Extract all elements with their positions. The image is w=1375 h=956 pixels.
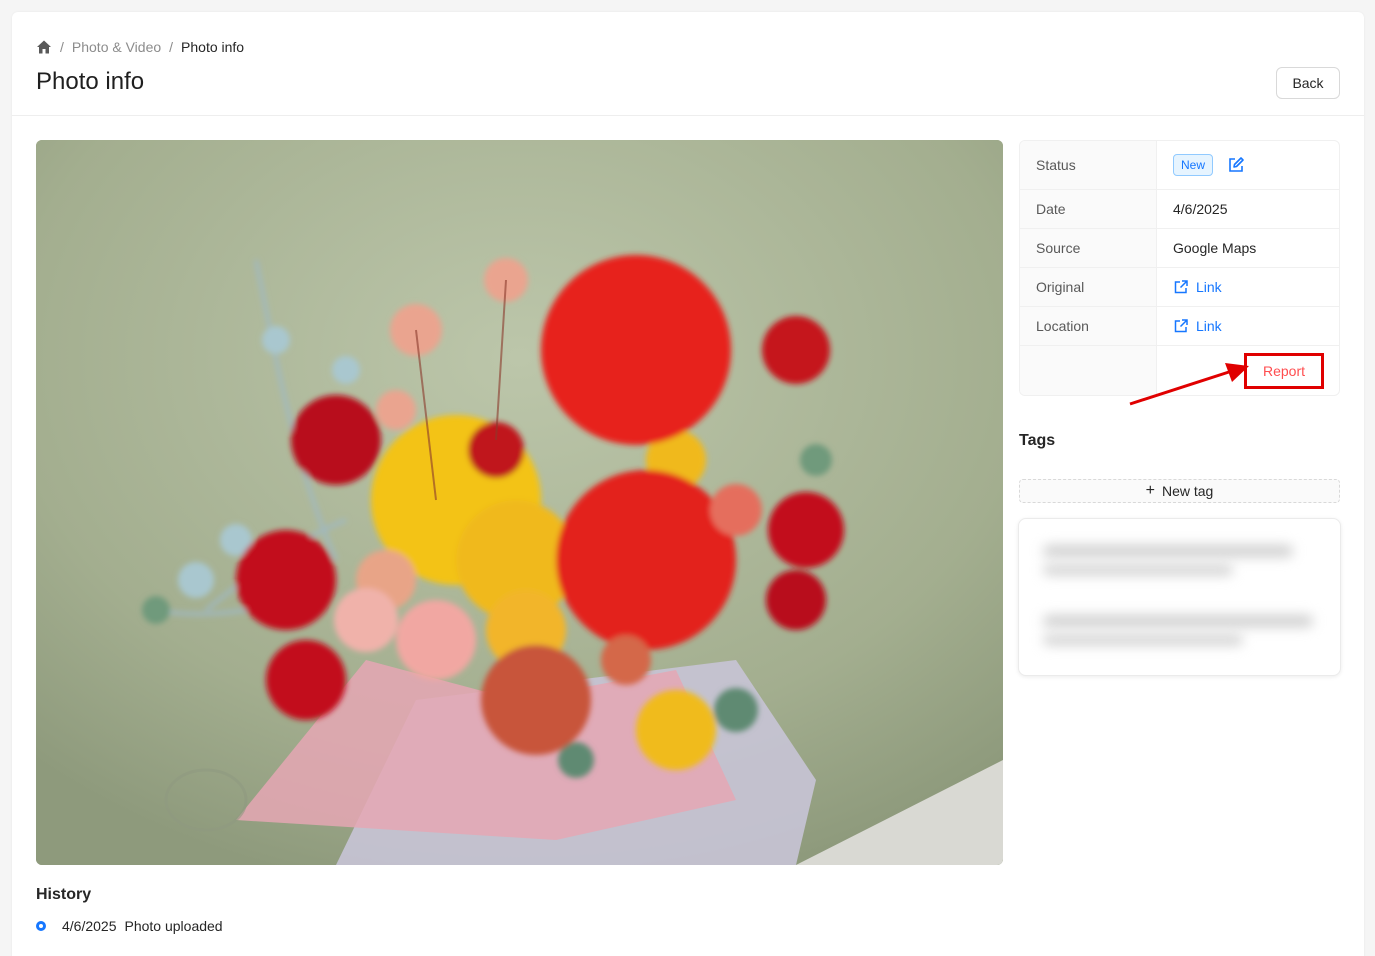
history-title: History bbox=[36, 886, 92, 903]
history-item: 4/6/2025 Photo uploaded bbox=[36, 918, 223, 934]
location-link-text: Link bbox=[1196, 318, 1222, 334]
date-value: 4/6/2025 bbox=[1173, 201, 1228, 217]
source-value: Google Maps bbox=[1173, 240, 1257, 256]
breadcrumb-separator: / bbox=[169, 39, 174, 55]
external-link-icon bbox=[1174, 319, 1188, 333]
date-row: Date 4/6/2025 bbox=[1020, 190, 1339, 229]
source-label: Source bbox=[1020, 229, 1157, 267]
timeline-dot-icon bbox=[36, 921, 46, 931]
original-value-cell: Link bbox=[1157, 268, 1339, 306]
new-tag-button[interactable]: + New tag bbox=[1019, 479, 1340, 503]
original-link-text: Link bbox=[1196, 279, 1222, 295]
blurred-content-card bbox=[1018, 518, 1341, 676]
status-value-cell: New bbox=[1157, 141, 1339, 189]
original-link[interactable]: Link bbox=[1173, 279, 1222, 295]
history-text: Photo uploaded bbox=[124, 918, 223, 934]
edit-icon[interactable] bbox=[1227, 156, 1245, 174]
annotation-arrow-icon bbox=[1129, 363, 1249, 406]
photo-image bbox=[36, 140, 1003, 865]
tags-title: Tags bbox=[1019, 432, 1056, 449]
external-link-icon bbox=[1174, 280, 1188, 294]
breadcrumb-separator: / bbox=[60, 39, 64, 55]
back-button[interactable]: Back bbox=[1276, 67, 1340, 99]
breadcrumb-current: Photo info bbox=[181, 39, 245, 55]
history-date: 4/6/2025 bbox=[62, 918, 117, 934]
new-tag-label: New tag bbox=[1161, 483, 1214, 499]
flower-bouquet-illustration bbox=[36, 140, 1003, 865]
original-label: Original bbox=[1020, 268, 1157, 306]
page-header: / Photo & Video / Photo info Photo info … bbox=[12, 12, 1364, 116]
status-badge: New bbox=[1173, 154, 1214, 176]
photo-info-table: Status New Date 4/6/2025 Source Google M… bbox=[1019, 140, 1340, 396]
main-card: / Photo & Video / Photo info Photo info … bbox=[12, 12, 1364, 956]
location-label: Location bbox=[1020, 307, 1157, 345]
source-row: Source Google Maps bbox=[1020, 229, 1339, 268]
location-link[interactable]: Link bbox=[1173, 318, 1222, 334]
original-row: Original Link bbox=[1020, 268, 1339, 307]
location-value-cell: Link bbox=[1157, 307, 1339, 345]
home-icon[interactable] bbox=[36, 39, 52, 55]
breadcrumb-photo-video[interactable]: Photo & Video bbox=[72, 39, 161, 55]
breadcrumb: / Photo & Video / Photo info bbox=[36, 39, 244, 55]
status-label: Status bbox=[1020, 141, 1157, 189]
date-label: Date bbox=[1020, 190, 1157, 228]
location-row: Location Link bbox=[1020, 307, 1339, 346]
status-row: Status New bbox=[1020, 141, 1339, 190]
page-title: Photo info bbox=[36, 68, 145, 95]
plus-icon: + bbox=[1145, 482, 1155, 499]
